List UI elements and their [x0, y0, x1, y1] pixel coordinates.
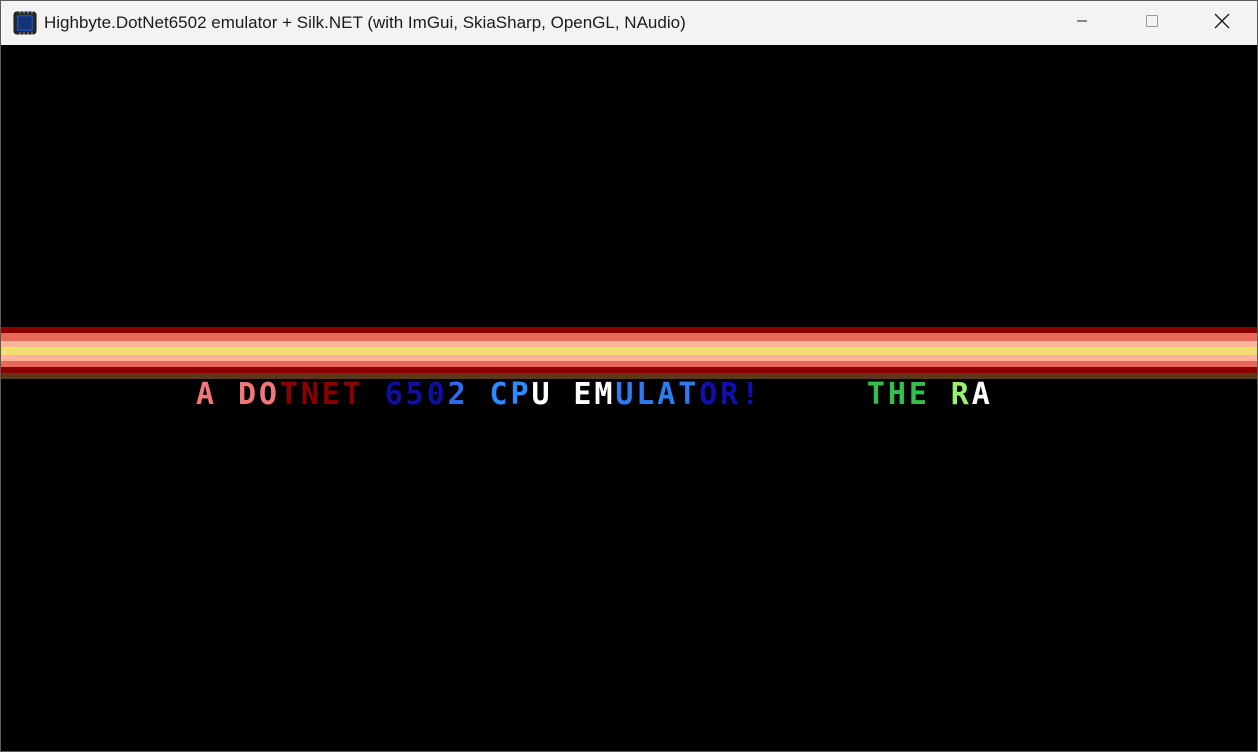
emulator-window: Highbyte.DotNet6502 emulator + Silk.NET … [0, 0, 1258, 752]
minimize-icon [1076, 14, 1088, 32]
scroll-text-segment: 2 [447, 377, 469, 412]
chip-icon [13, 11, 37, 35]
scroll-text-segment [364, 377, 385, 412]
emulator-screen[interactable]: A DOTNET 6502 CPU EMULATOR! THE RA [1, 45, 1257, 751]
scroll-text-segment [469, 377, 490, 412]
scroll-text-segment: OR! [699, 377, 763, 412]
scroll-text-segment: U [531, 377, 553, 412]
scroll-text-segment [552, 377, 573, 412]
scroll-text-segment [930, 377, 951, 412]
close-button[interactable] [1187, 1, 1257, 45]
scroll-text-segment: A [971, 377, 993, 412]
window-title: Highbyte.DotNet6502 emulator + Silk.NET … [44, 13, 686, 32]
scroll-text-segment: DO [237, 377, 280, 412]
scroll-text-segment: CP [489, 377, 532, 412]
scroll-text-segment [762, 377, 867, 412]
close-icon [1214, 13, 1230, 34]
minimize-button[interactable] [1047, 1, 1117, 45]
scroll-text-segment: A [196, 377, 238, 412]
maximize-icon [1145, 14, 1159, 33]
scroll-text: A DOTNET 6502 CPU EMULATOR! THE RA [196, 379, 993, 411]
scroll-text-segment: 650 [384, 377, 448, 412]
scroll-text-segment: TNET [279, 377, 364, 412]
scroll-text-segment: ULAT [615, 377, 700, 412]
raster-bars [1, 327, 1257, 379]
scroll-text-segment: R [950, 377, 972, 412]
scroll-text-segment: THE [866, 377, 930, 412]
raster-bar-stripe [1, 333, 1257, 341]
scroll-text-segment: EM [573, 377, 616, 412]
title-bar[interactable]: Highbyte.DotNet6502 emulator + Silk.NET … [1, 1, 1257, 45]
maximize-button[interactable] [1117, 1, 1187, 45]
raster-bar-stripe [1, 347, 1257, 355]
